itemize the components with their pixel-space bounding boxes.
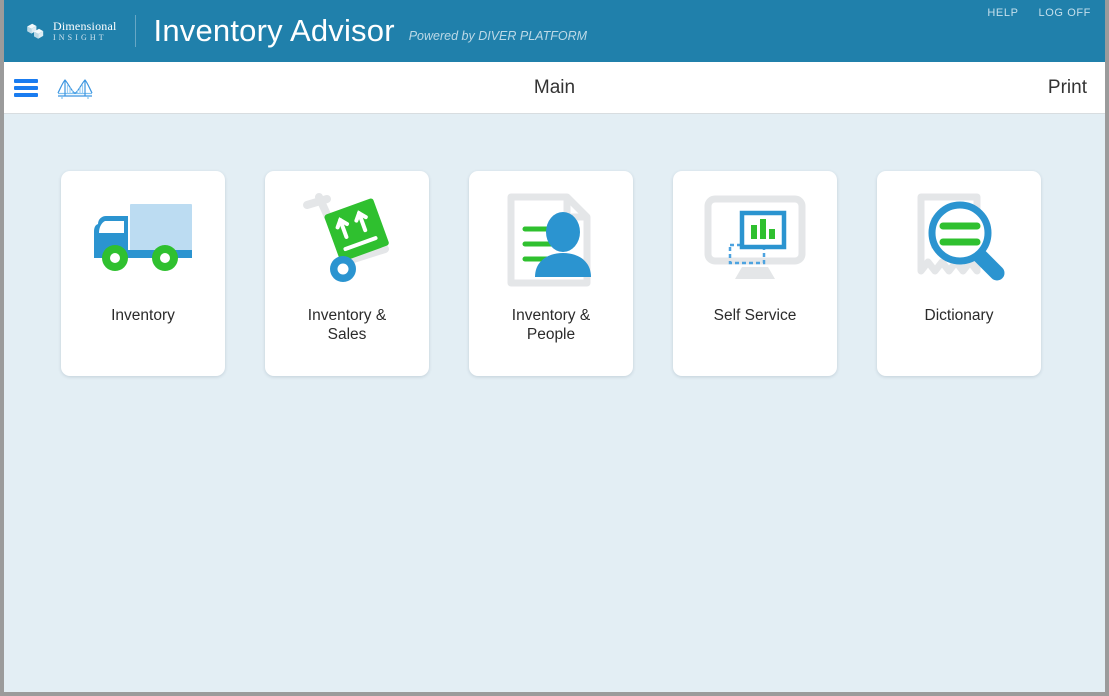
hamburger-bar [14,93,38,97]
hamburger-menu-icon[interactable] [14,79,38,97]
hamburger-bar [14,79,38,83]
delivery-truck-icon [61,171,225,306]
toolbar: Main Print [4,62,1105,114]
hamburger-bar [14,86,38,90]
logo-line-1: Dimensional [53,20,117,32]
card-label: Dictionary [917,306,1002,325]
card-inventory-sales[interactable]: Inventory & Sales [265,171,429,376]
main-content: Inventory [4,114,1105,692]
bridge-icon[interactable] [56,75,94,101]
hand-truck-box-icon [265,171,429,306]
log-off-link[interactable]: LOG OFF [1039,7,1091,19]
card-label: Inventory & Sales [300,306,394,344]
monitor-chart-icon [673,171,837,306]
logo-line-2: INSIGHT [53,34,117,42]
card-label: Inventory & People [504,306,598,344]
receipt-magnifier-icon [877,171,1041,306]
page-title: Inventory Advisor [154,13,395,49]
card-grid: Inventory [4,114,1105,376]
application-window: Dimensional INSIGHT Inventory Advisor Po… [4,0,1105,692]
document-person-icon [469,171,633,306]
help-link[interactable]: HELP [987,7,1018,19]
print-button[interactable]: Print [1048,77,1087,99]
card-inventory-people[interactable]: Inventory & People [469,171,633,376]
header-divider [135,15,136,47]
dimensional-insight-cube-logo-icon [24,21,46,41]
brand-header: Dimensional INSIGHT Inventory Advisor Po… [4,0,1105,62]
card-dictionary[interactable]: Dictionary [877,171,1041,376]
company-logo[interactable]: Dimensional INSIGHT [4,0,117,62]
header-links: HELP LOG OFF [987,7,1091,19]
card-label: Inventory [103,306,183,325]
company-logo-text: Dimensional INSIGHT [53,20,117,42]
card-label: Self Service [706,306,805,325]
card-self-service[interactable]: Self Service [673,171,837,376]
card-inventory[interactable]: Inventory [61,171,225,376]
powered-by-label: Powered by DIVER PLATFORM [409,29,587,43]
toolbar-title: Main [4,77,1105,99]
